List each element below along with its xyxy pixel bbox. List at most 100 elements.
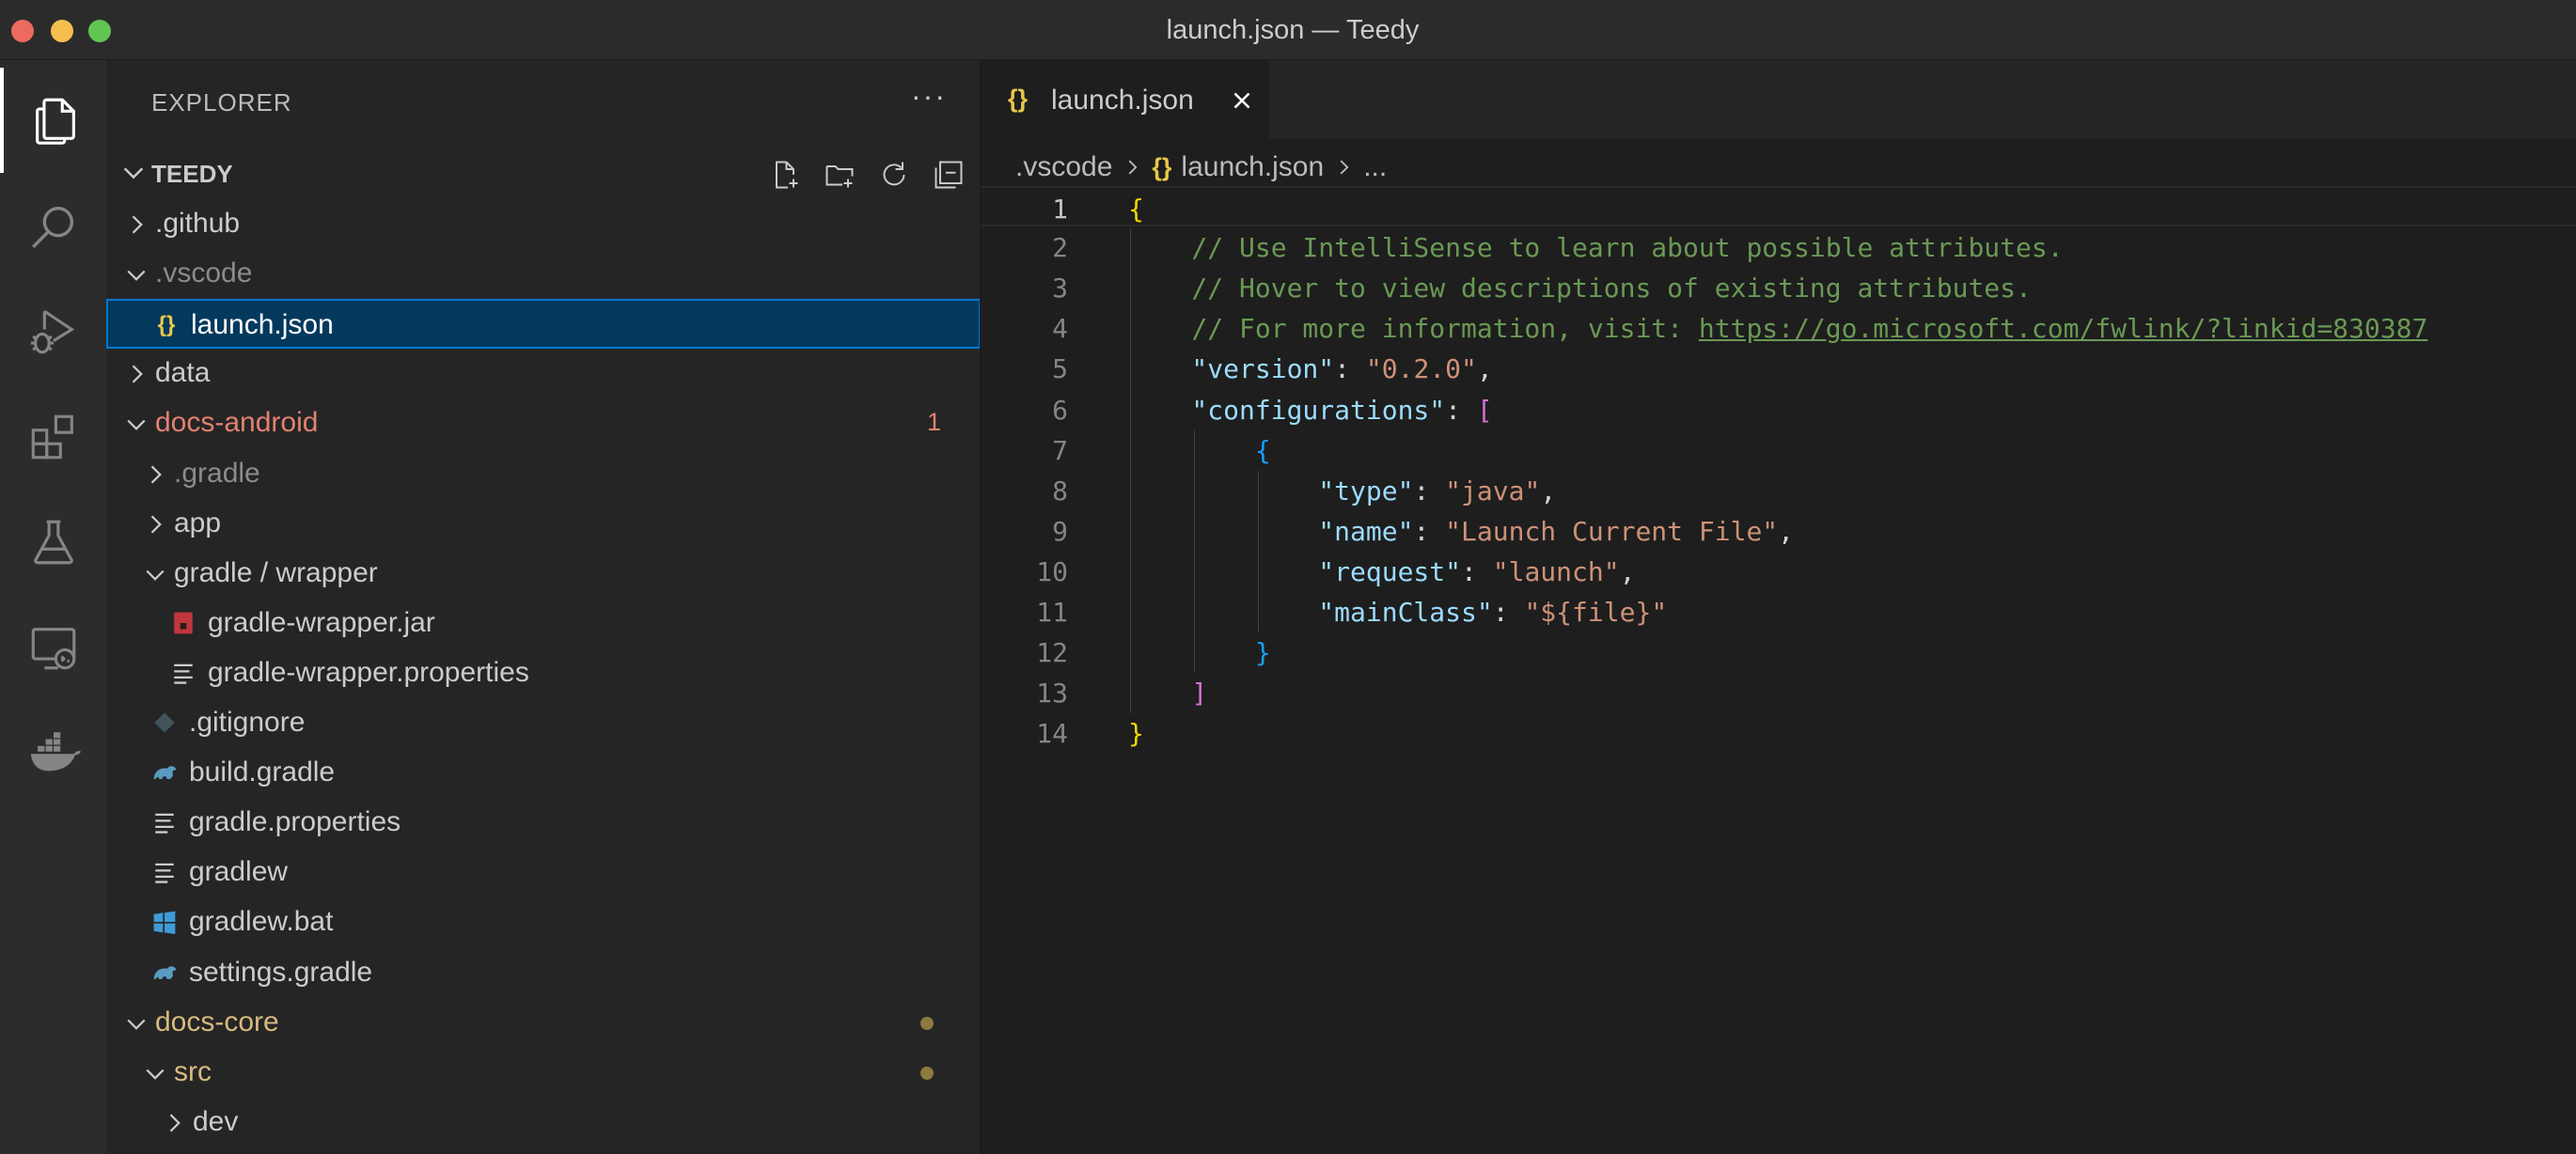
activity-testing[interactable] — [0, 490, 106, 595]
chevron-down-icon — [127, 1019, 146, 1030]
line-number: 4 — [1052, 313, 1068, 345]
code-token: [ — [1476, 394, 1493, 426]
tree-file[interactable]: build.gradle — [106, 748, 980, 798]
collapse-all-button[interactable] — [928, 156, 969, 194]
tree-folder[interactable]: gradle / wrapper — [106, 549, 980, 599]
tree-item-label: gradle.properties — [189, 806, 401, 838]
code-text: } — [1128, 718, 1144, 749]
code-link[interactable]: https://go.microsoft.com/fwlink/?linkid=… — [1699, 313, 2427, 344]
tree-folder[interactable]: src — [106, 1048, 980, 1098]
tree-folder[interactable]: data — [106, 349, 980, 398]
chevron-right-icon — [132, 365, 143, 383]
docker-icon — [30, 732, 81, 772]
tree-file[interactable]: gradlew.bat — [106, 897, 980, 947]
search-icon — [31, 206, 73, 248]
gradle-file-icon — [151, 759, 178, 786]
code-line[interactable]: 6 "configurations": [ — [982, 389, 2576, 429]
code-line[interactable]: 5 "version": "0.2.0", — [982, 348, 2576, 388]
tree-folder[interactable]: app — [106, 499, 980, 549]
code-line[interactable]: 9 "name": "Launch Current File", — [982, 510, 2576, 551]
line-number: 3 — [1052, 273, 1068, 304]
line-number: 14 — [1036, 718, 1068, 750]
chevron-right-icon — [1340, 160, 1349, 175]
tree-file[interactable]: settings.gradle — [106, 948, 980, 998]
run-debug-icon — [30, 309, 74, 354]
activity-extensions[interactable] — [0, 384, 106, 490]
tree-folder[interactable]: main — [106, 1147, 980, 1154]
new-file-icon — [776, 161, 798, 189]
tree-file[interactable]: gradlew — [106, 848, 980, 897]
code-token: ] — [1128, 678, 1208, 710]
code-line[interactable]: 1{ — [982, 186, 2576, 226]
tree-folder[interactable]: .gradle — [106, 449, 980, 499]
activity-search[interactable] — [0, 174, 106, 279]
code-token: // Use IntelliSense to learn about possi… — [1128, 232, 2064, 264]
line-number: 8 — [1052, 475, 1068, 507]
code-text: // For more information, visit: https://… — [1128, 313, 2427, 344]
new-file-button[interactable] — [764, 156, 806, 194]
chevron-right-icon — [150, 464, 162, 484]
code-token: "mainClass" — [1128, 597, 1493, 628]
code-line[interactable]: 2 // Use IntelliSense to learn about pos… — [982, 226, 2576, 267]
tab-launch-json[interactable]: {} launch.json — [982, 60, 1269, 139]
tree-folder[interactable]: docs-android 1 — [106, 398, 980, 448]
tree-item-label: docs-core — [155, 1006, 279, 1037]
code-token: : — [1461, 555, 1493, 587]
tree-file[interactable]: gradle-wrapper.jar — [106, 599, 980, 648]
tree-file[interactable]: .gitignore — [106, 698, 980, 748]
line-number: 9 — [1052, 515, 1068, 547]
tree-file[interactable]: gradle-wrapper.properties — [106, 648, 980, 698]
breadcrumb-folder[interactable]: .vscode — [1015, 151, 1112, 183]
tree-folder[interactable]: .github — [106, 199, 980, 249]
modified-dot — [920, 1016, 934, 1030]
activity-bar — [0, 60, 106, 1154]
code-token: // Hover to view descriptions of existin… — [1128, 273, 2032, 304]
code-line[interactable]: 7 { — [982, 429, 2576, 470]
tree-item-label: build.gradle — [189, 756, 336, 788]
jar-file-icon — [170, 610, 196, 636]
breadcrumb-symbol[interactable]: ... — [1363, 151, 1387, 183]
tree-folder[interactable]: docs-core — [106, 998, 980, 1048]
tree-item-label: gradlew — [189, 856, 289, 888]
tree-file[interactable]: gradle.properties — [106, 798, 980, 848]
json-file-icon: {} — [1008, 85, 1029, 113]
testing-icon — [33, 520, 73, 565]
code-token: "configurations" — [1128, 394, 1446, 426]
new-folder-button[interactable] — [819, 156, 860, 194]
activity-run-debug[interactable] — [0, 279, 106, 384]
refresh-explorer-button[interactable] — [873, 156, 915, 194]
code-line[interactable]: 14} — [982, 712, 2576, 753]
code-token: // For more information, visit: — [1128, 313, 1699, 345]
editor-area: {} launch.json .vscode {} launch.json ..… — [982, 60, 2576, 1154]
tree-item-label: dev — [193, 1105, 239, 1137]
breadcrumb-file[interactable]: launch.json — [1181, 151, 1324, 183]
close-icon[interactable] — [1228, 86, 1256, 115]
code-token: , — [1778, 515, 1795, 547]
code-line[interactable]: 4 // For more information, visit: https:… — [982, 307, 2576, 348]
code-token: "java" — [1445, 475, 1541, 507]
tree-folder[interactable]: .vscode — [106, 249, 980, 299]
code-line[interactable]: 11 "mainClass": "${file}" — [982, 591, 2576, 632]
json-file-icon: {} — [157, 312, 176, 338]
tree-file[interactable]: {} launch.json — [106, 299, 980, 350]
tree-item-label: docs-android — [155, 407, 319, 439]
more-actions-button[interactable]: ··· — [911, 79, 947, 114]
code-token: : — [1413, 475, 1446, 507]
code-text: "version": "0.2.0", — [1128, 353, 1492, 385]
tree-folder[interactable]: dev — [106, 1098, 980, 1147]
refresh-icon — [883, 162, 905, 186]
breadcrumb: .vscode {} launch.json ... — [1015, 147, 1387, 188]
code-token: } — [1128, 637, 1271, 669]
code-line[interactable]: 13 ] — [982, 672, 2576, 712]
activity-remote-explorer[interactable] — [0, 595, 106, 700]
workspace-root-label: TEEDY — [151, 160, 233, 188]
code-token: : — [1334, 353, 1366, 385]
code-line[interactable]: 10 "request": "launch", — [982, 551, 2576, 591]
code-text: "request": "launch", — [1128, 556, 1635, 587]
code-line[interactable]: 3 // Hover to view descriptions of exist… — [982, 267, 2576, 307]
code-line[interactable]: 12 } — [982, 632, 2576, 672]
workspace-root[interactable]: TEEDY — [106, 148, 980, 197]
activity-docker[interactable] — [0, 700, 106, 805]
code-line[interactable]: 8 "type": "java", — [982, 470, 2576, 510]
activity-explorer[interactable] — [0, 68, 106, 173]
